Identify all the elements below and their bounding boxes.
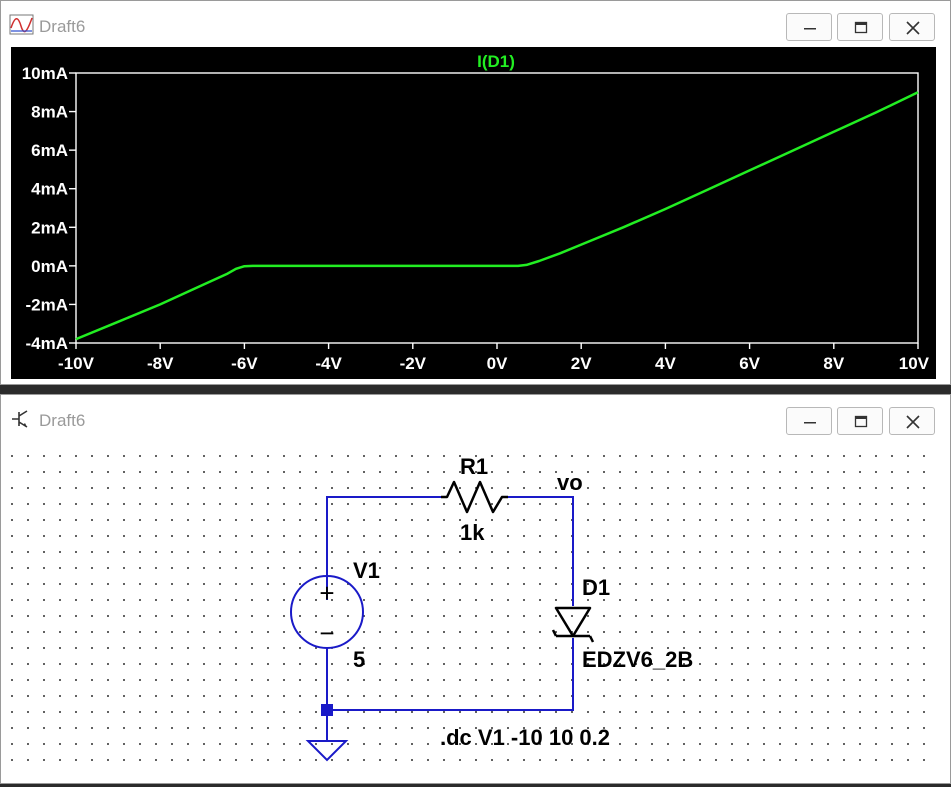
r1-name-label: R1	[460, 454, 488, 479]
waveform-titlebar[interactable]: Draft6	[1, 1, 950, 47]
y-tick-label: 4mA	[31, 180, 68, 199]
y-tick-label: 0mA	[31, 257, 68, 276]
x-tick-label: -10V	[58, 354, 95, 373]
maximize-icon	[854, 415, 868, 428]
plot-frame	[75, 72, 919, 344]
y-tick-label: -4mA	[25, 334, 68, 353]
maximize-button[interactable]	[837, 13, 883, 41]
chart-title: I(D1)	[477, 52, 515, 71]
close-icon	[906, 21, 920, 35]
d1-name-label: D1	[582, 575, 610, 600]
minimize-icon	[804, 422, 816, 424]
minimize-button[interactable]	[786, 407, 832, 435]
y-tick-label: 6mA	[31, 141, 68, 160]
series-layer	[75, 91, 919, 341]
r1-value-label: 1k	[460, 520, 485, 545]
x-axis: -10V -8V -6V -4V -2V 0V 2V 4V 6V 8V 10V	[58, 343, 930, 373]
plot-pane[interactable]: I(D1) 10mA 8mA 6mA 4mA 2mA 0mA -2mA -4mA -10V -8…	[11, 47, 936, 379]
schematic-titlebar[interactable]: Draft6	[1, 395, 950, 441]
x-tick-label: -2V	[400, 354, 427, 373]
schematic-canvas[interactable]: + − R1 1k vo V1 5 D1 EDZV6_2B .dc V1 -10	[11, 441, 936, 772]
maximize-button[interactable]	[837, 407, 883, 435]
close-button[interactable]	[889, 407, 935, 435]
window-title: Draft6	[39, 411, 86, 430]
minimize-icon	[804, 28, 816, 30]
y-tick-label: 10mA	[22, 64, 68, 83]
x-tick-label: -8V	[147, 354, 174, 373]
v1-plus-sign: +	[319, 578, 334, 608]
x-tick-label: 2V	[571, 354, 592, 373]
wire-top-right[interactable]	[508, 496, 574, 606]
voltage-source-v1[interactable]: + −	[290, 575, 364, 649]
y-tick-label: 2mA	[31, 218, 68, 237]
waveform-window: Draft6 I(D1) 10mA 8mA 6mA 4mA 2mA 0mA -2mA -4mA…	[0, 0, 951, 385]
net-label-vo: vo	[557, 470, 583, 495]
v1-value-label: 5	[353, 647, 365, 672]
x-tick-label: 10V	[899, 354, 930, 373]
x-tick-label: 8V	[823, 354, 844, 373]
schematic-window: Draft6 + − R1 1k vo V1 5 D1 EDZV6_2B .dc…	[0, 394, 951, 784]
window-title: Draft6	[39, 17, 86, 36]
y-tick-label: -2mA	[25, 295, 68, 314]
zener-diode-d1[interactable]	[551, 606, 595, 643]
x-tick-label: 4V	[655, 354, 676, 373]
v1-minus-sign: −	[319, 618, 334, 648]
schematic-window-icon	[9, 408, 35, 430]
x-tick-label: -4V	[315, 354, 342, 373]
maximize-icon	[854, 21, 868, 34]
wire-top-left[interactable]	[326, 496, 441, 600]
y-axis: 10mA 8mA 6mA 4mA 2mA 0mA -2mA -4mA	[22, 64, 76, 353]
close-icon	[906, 415, 920, 429]
close-button[interactable]	[889, 13, 935, 41]
resistor-r1[interactable]	[441, 480, 508, 514]
minimize-button[interactable]	[786, 13, 832, 41]
d1-model-label: EDZV6_2B	[582, 647, 693, 672]
spice-directive[interactable]: .dc V1 -10 10 0.2	[440, 725, 610, 750]
schematic-drawing: + − R1 1k vo V1 5 D1 EDZV6_2B .dc V1 -10	[290, 454, 693, 762]
x-tick-label: 0V	[487, 354, 508, 373]
waveform-window-icon	[9, 14, 35, 36]
y-tick-label: 8mA	[31, 103, 68, 122]
x-tick-label: 6V	[739, 354, 760, 373]
x-tick-label: -6V	[231, 354, 258, 373]
v1-name-label: V1	[353, 558, 380, 583]
series-line-0[interactable]	[75, 91, 919, 341]
iv-chart: I(D1) 10mA 8mA 6mA 4mA 2mA 0mA -2mA -4mA -10V -8…	[22, 52, 930, 373]
